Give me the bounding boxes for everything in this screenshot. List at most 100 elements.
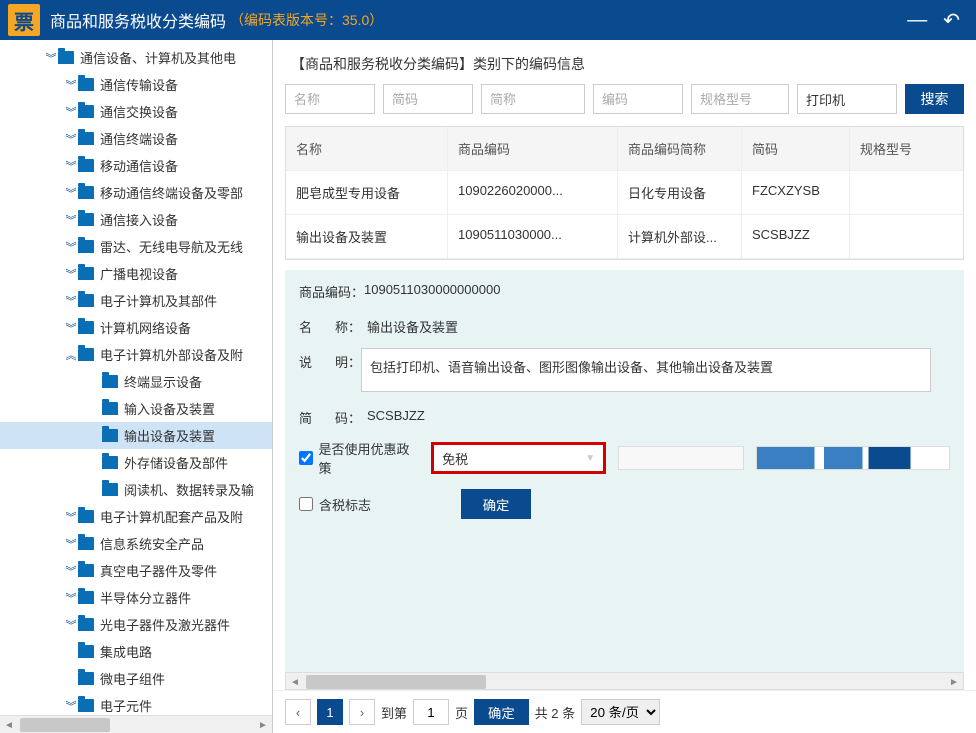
- tree-item[interactable]: ︾雷达、无线电导航及无线: [0, 233, 272, 260]
- expand-icon[interactable]: ︾: [64, 563, 78, 579]
- tree-item[interactable]: ︾ 信息系统安全产品: [0, 530, 272, 557]
- tree-item-label: 电子计算机及其部件: [100, 291, 217, 310]
- tree-item[interactable]: ︾移动通信终端设备及零部: [0, 179, 272, 206]
- tree-item-label: 通信终端设备: [100, 129, 178, 148]
- app-title: 商品和服务税收分类编码: [50, 8, 226, 32]
- folder-icon: [102, 483, 118, 496]
- expand-icon[interactable]: ︾: [64, 77, 78, 93]
- expand-icon[interactable]: ︾: [64, 320, 78, 336]
- sidebar-scrollbar[interactable]: ◄ ►: [0, 715, 272, 733]
- th-shortcode: 简码: [742, 127, 850, 170]
- tree-item[interactable]: 终端显示设备: [0, 368, 272, 395]
- tree-item[interactable]: ︾通信传输设备: [0, 71, 272, 98]
- tree-item-label: 集成电路: [100, 642, 152, 661]
- tree-item[interactable]: 外存储设备及部件: [0, 449, 272, 476]
- policy-checkbox-input[interactable]: [299, 451, 313, 465]
- tree-item[interactable]: ︾通信设备、计算机及其他电: [0, 44, 272, 71]
- scroll-right-icon[interactable]: ►: [945, 673, 963, 691]
- th-abbr: 商品编码简称: [618, 127, 742, 170]
- expand-icon[interactable]: ︾: [64, 617, 78, 633]
- tree-item-label: 输入设备及装置: [124, 399, 215, 418]
- expand-icon[interactable]: ︾: [64, 266, 78, 282]
- td-abbr: 计算机外部设...: [618, 215, 742, 258]
- search-name-input[interactable]: [285, 84, 375, 114]
- tree-item[interactable]: ︾电子元件: [0, 692, 272, 715]
- tree-item[interactable]: ︾广播电视设备: [0, 260, 272, 287]
- desc-label-b: 明：: [335, 352, 361, 371]
- search-button[interactable]: 搜索: [905, 84, 964, 114]
- tree-item[interactable]: ︾半导体分立器件: [0, 584, 272, 611]
- table-row[interactable]: 输出设备及装置 1090511030000... 计算机外部设... SCSBJ…: [286, 215, 963, 259]
- folder-icon: [78, 240, 94, 253]
- scroll-left-icon[interactable]: ◄: [286, 673, 304, 691]
- expand-icon[interactable]: ︾: [44, 50, 58, 66]
- pager-next-button[interactable]: ›: [349, 699, 375, 725]
- tree-item[interactable]: ︾光电子器件及激光器件: [0, 611, 272, 638]
- collapse-icon[interactable]: ︽: [64, 347, 78, 363]
- desc-label-a: 说: [299, 352, 312, 371]
- tree-item[interactable]: ︽电子计算机外部设备及附: [0, 341, 272, 368]
- search-code-input[interactable]: [593, 84, 683, 114]
- tree-item[interactable]: 阅读机、数据转录及输: [0, 476, 272, 503]
- search-shortcode-input[interactable]: [383, 84, 473, 114]
- pager-to-label: 到第: [381, 703, 407, 722]
- minimize-icon[interactable]: —: [899, 9, 935, 32]
- content-scrollbar[interactable]: ◄ ►: [285, 672, 964, 690]
- back-icon[interactable]: ↶: [935, 8, 968, 33]
- tree-item[interactable]: ︾通信接入设备: [0, 206, 272, 233]
- detail-confirm-button[interactable]: 确定: [461, 489, 531, 519]
- pager-prev-button[interactable]: ‹: [285, 699, 311, 725]
- search-value-input[interactable]: [797, 84, 897, 114]
- pager-page-input[interactable]: [413, 699, 449, 725]
- policy-checkbox[interactable]: 是否使用优惠政策: [299, 439, 419, 477]
- expand-icon[interactable]: ︾: [64, 131, 78, 147]
- search-spec-input[interactable]: [691, 84, 789, 114]
- folder-icon: [78, 591, 94, 604]
- folder-icon: [78, 564, 94, 577]
- tree-item[interactable]: ︾ 电子计算机及其部件: [0, 287, 272, 314]
- taxflag-checkbox[interactable]: 含税标志: [299, 495, 371, 514]
- expand-icon[interactable]: ︾: [64, 212, 78, 228]
- tree-item[interactable]: ︾ 电子计算机配套产品及附: [0, 503, 272, 530]
- scroll-thumb[interactable]: [20, 718, 110, 732]
- tree-item[interactable]: 输入设备及装置: [0, 395, 272, 422]
- tree-item[interactable]: ︾移动通信设备: [0, 152, 272, 179]
- pager-perpage-select[interactable]: 20 条/页: [581, 699, 660, 725]
- tree-item[interactable]: ︾ 通信终端设备: [0, 125, 272, 152]
- expand-icon[interactable]: ︾: [64, 509, 78, 525]
- taxflag-checkbox-input[interactable]: [299, 497, 313, 511]
- expand-icon[interactable]: ︾: [64, 698, 78, 714]
- tree-item-label: 电子计算机配套产品及附: [100, 507, 243, 526]
- tree-item[interactable]: ︾真空电子器件及零件: [0, 557, 272, 584]
- tree-item-label: 信息系统安全产品: [100, 534, 204, 553]
- expand-icon[interactable]: ︾: [64, 536, 78, 552]
- td-spec: [850, 171, 963, 214]
- tree: ︾通信设备、计算机及其他电︾通信传输设备︾通信交换设备︾通信终端设备︾移动通信设…: [0, 40, 272, 715]
- tree-item[interactable]: ︾通信交换设备: [0, 98, 272, 125]
- folder-icon: [78, 294, 94, 307]
- scroll-thumb[interactable]: [306, 675, 486, 689]
- pager-confirm-button[interactable]: 确定: [474, 699, 529, 725]
- expand-icon[interactable]: ︾: [64, 158, 78, 174]
- tree-item[interactable]: 输出设备及装置: [0, 422, 272, 449]
- pager-page-1[interactable]: 1: [317, 699, 343, 725]
- tree-item[interactable]: 集成电路: [0, 638, 272, 665]
- detail-panel: 商品编码： 1090511030000000000 名称： 输出设备及装置 说明…: [285, 270, 964, 672]
- expand-icon[interactable]: ︾: [64, 590, 78, 606]
- expand-icon[interactable]: ︾: [64, 239, 78, 255]
- scroll-left-icon[interactable]: ◄: [0, 716, 18, 733]
- tree-item-label: 阅读机、数据转录及输: [124, 480, 254, 499]
- search-abbr-input[interactable]: [481, 84, 585, 114]
- table-row[interactable]: 肥皂成型专用设备 1090226020000... 日化专用设备 FZCXZYS…: [286, 171, 963, 215]
- th-name: 名称: [286, 127, 448, 170]
- scroll-right-icon[interactable]: ►: [254, 716, 272, 733]
- tax-policy-select[interactable]: 免税 ▼: [431, 442, 606, 474]
- product-code-value: 1090511030000000000: [364, 282, 500, 297]
- expand-icon[interactable]: ︾: [64, 293, 78, 309]
- description-box[interactable]: 包括打印机、语音输出设备、图形图像输出设备、其他输出设备及装置: [361, 348, 931, 392]
- expand-icon[interactable]: ︾: [64, 104, 78, 120]
- expand-icon[interactable]: ︾: [64, 185, 78, 201]
- tree-item[interactable]: ︾计算机网络设备: [0, 314, 272, 341]
- tax-policy-value: 免税: [442, 449, 468, 468]
- tree-item[interactable]: 微电子组件: [0, 665, 272, 692]
